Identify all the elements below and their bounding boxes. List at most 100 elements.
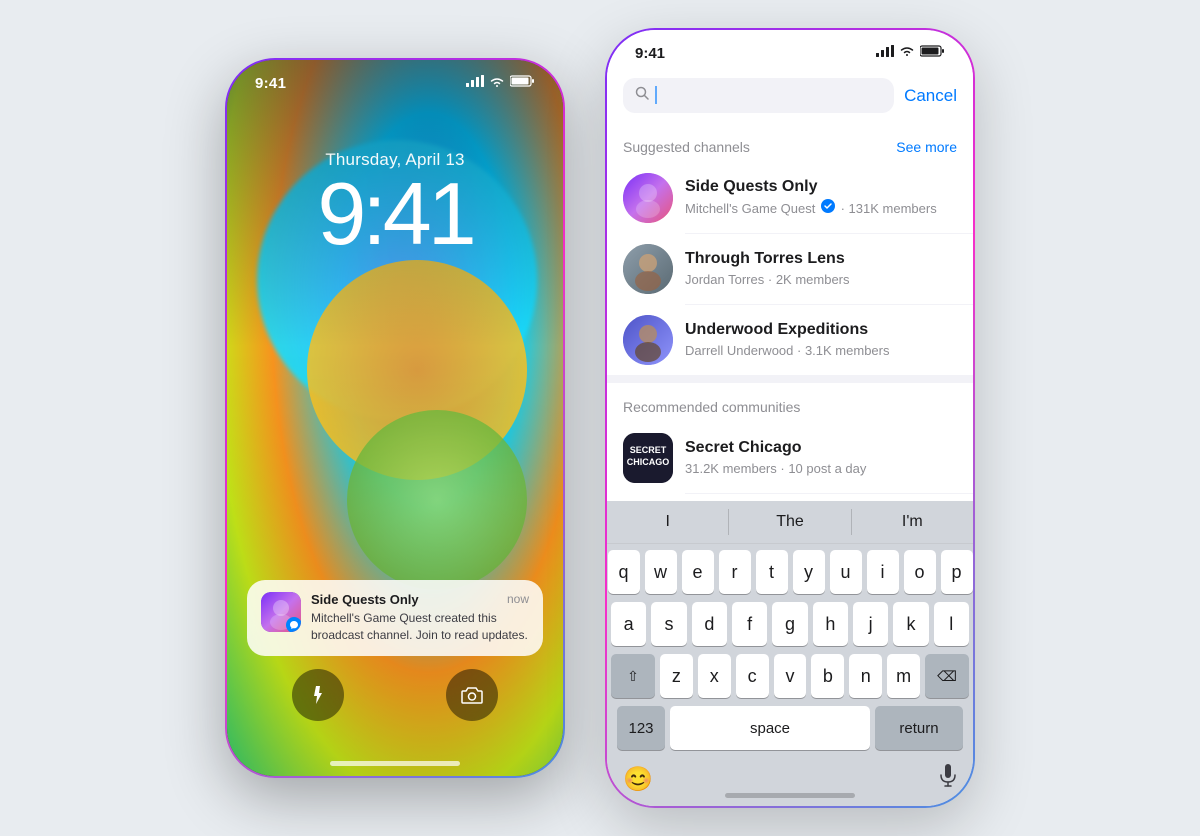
key-b[interactable]: b [811,654,844,698]
mic-button[interactable] [939,764,957,794]
notification-body: Mitchell's Game Quest created this broad… [311,610,529,644]
community-meta-secret-chicago: 31.2K members · 10 post a day [685,461,866,476]
key-t[interactable]: t [756,550,788,594]
left-status-icons [466,74,535,92]
bottom-controls [227,669,563,721]
channel-info-torres: Through Torres Lens Jordan Torres · 2K m… [685,250,957,289]
key-row-2: a s d f g h j k l [611,602,969,646]
camera-button[interactable] [446,669,498,721]
channel-name-side-quests: Side Quests Only [685,178,817,196]
channel-info-underwood: Underwood Expeditions Darrell Underwood … [685,321,957,360]
key-w[interactable]: w [645,550,677,594]
channel-name-underwood: Underwood Expeditions [685,321,868,339]
channel-name-row-torres: Through Torres Lens [685,250,957,268]
key-a[interactable]: a [611,602,646,646]
notification-avatar [261,592,301,632]
community-info-secret-chicago: Secret Chicago 31.2K members · 10 post a… [685,439,957,478]
right-signal-icon [876,44,894,62]
channel-author-side-quests: Mitchell's Game Quest [685,201,815,216]
key-k[interactable]: k [893,602,928,646]
suggested-channels-header: Suggested channels See more [607,123,973,163]
key-z[interactable]: z [660,654,693,698]
svg-text:SECRET: SECRET [630,445,667,455]
predictive-item-the[interactable]: The [729,509,851,535]
key-x[interactable]: x [698,654,731,698]
right-phone: 9:41 [605,28,975,808]
cancel-button[interactable]: Cancel [904,86,957,106]
left-status-bar: 9:41 [227,74,563,92]
key-q[interactable]: q [608,550,640,594]
key-f[interactable]: f [732,602,767,646]
key-o[interactable]: o [904,550,936,594]
key-m[interactable]: m [887,654,920,698]
emoji-button[interactable]: 😊 [623,765,653,794]
recommended-communities-header: Recommended communities [607,383,973,423]
community-item-chicago-nightlife[interactable]: Chicago Nightlife 24.7K members · 5 post… [607,494,973,501]
section-divider [607,375,973,383]
wifi-icon [489,76,505,91]
lock-time: 9:41 [227,170,563,258]
channel-item-side-quests[interactable]: Side Quests Only Mitchell's Game Quest ·… [607,163,973,233]
key-s[interactable]: s [651,602,686,646]
key-v[interactable]: v [774,654,807,698]
channel-avatar-underwood [623,315,673,365]
keyboard: I The I'm q w e r t y u i o p [607,501,973,806]
search-bar: Cancel [607,70,973,123]
search-input-wrap[interactable] [623,78,894,113]
key-return[interactable]: return [875,706,963,750]
key-j[interactable]: j [853,602,888,646]
right-status-bar: 9:41 [607,30,973,70]
key-row-1: q w e r t y u i o p [611,550,969,594]
channel-item-underwood[interactable]: Underwood Expeditions Darrell Underwood … [607,305,973,375]
notification-card[interactable]: Side Quests Only now Mitchell's Game Que… [247,580,543,656]
recommended-communities-title: Recommended communities [623,399,800,415]
key-c[interactable]: c [736,654,769,698]
signal-icon [466,74,484,92]
key-row-4: 123 space return [611,706,969,750]
right-wifi-icon [899,44,915,62]
key-l[interactable]: l [934,602,969,646]
see-more-button[interactable]: See more [896,139,957,155]
home-indicator-left [330,761,460,766]
community-name-row-secret-chicago: Secret Chicago [685,439,957,457]
predictive-item-im[interactable]: I'm [852,509,973,535]
svg-text:CHICAGO: CHICAGO [627,457,670,467]
key-space[interactable]: space [670,706,870,750]
channel-meta-underwood: Darrell Underwood · 3.1K members [685,343,890,358]
channel-name-torres: Through Torres Lens [685,250,845,268]
search-input-text [655,86,882,104]
right-status-time: 9:41 [635,45,665,62]
key-delete[interactable]: ⌫ [925,654,969,698]
keyboard-rows: q w e r t y u i o p a s d f g [607,544,973,760]
key-shift[interactable]: ⇧ [611,654,655,698]
phones-container: 9:41 [225,28,975,808]
channel-avatar-side-quests [623,173,673,223]
notification-content: Side Quests Only now Mitchell's Game Que… [311,592,529,644]
key-e[interactable]: e [682,550,714,594]
key-d[interactable]: d [692,602,727,646]
key-i[interactable]: i [867,550,899,594]
channel-item-torres[interactable]: Through Torres Lens Jordan Torres · 2K m… [607,234,973,304]
key-n[interactable]: n [849,654,882,698]
key-r[interactable]: r [719,550,751,594]
community-item-secret-chicago[interactable]: SECRET CHICAGO Secret Chicago 31.2K memb… [607,423,973,493]
community-avatar-secret-chicago: SECRET CHICAGO [623,433,673,483]
right-battery-icon [920,44,945,62]
channel-name-row-side-quests: Side Quests Only [685,178,957,196]
notification-time: now [507,592,529,606]
key-g[interactable]: g [772,602,807,646]
predictive-item-i[interactable]: I [607,509,729,535]
key-u[interactable]: u [830,550,862,594]
flashlight-button[interactable] [292,669,344,721]
battery-icon-left [510,74,535,92]
notification-header: Side Quests Only now [311,592,529,607]
key-h[interactable]: h [813,602,848,646]
channel-avatar-torres [623,244,673,294]
key-numbers[interactable]: 123 [617,706,665,750]
search-icon [635,86,649,105]
home-indicator-right [725,793,855,798]
right-status-icons [876,44,945,62]
key-y[interactable]: y [793,550,825,594]
verified-icon [821,199,835,213]
key-p[interactable]: p [941,550,973,594]
